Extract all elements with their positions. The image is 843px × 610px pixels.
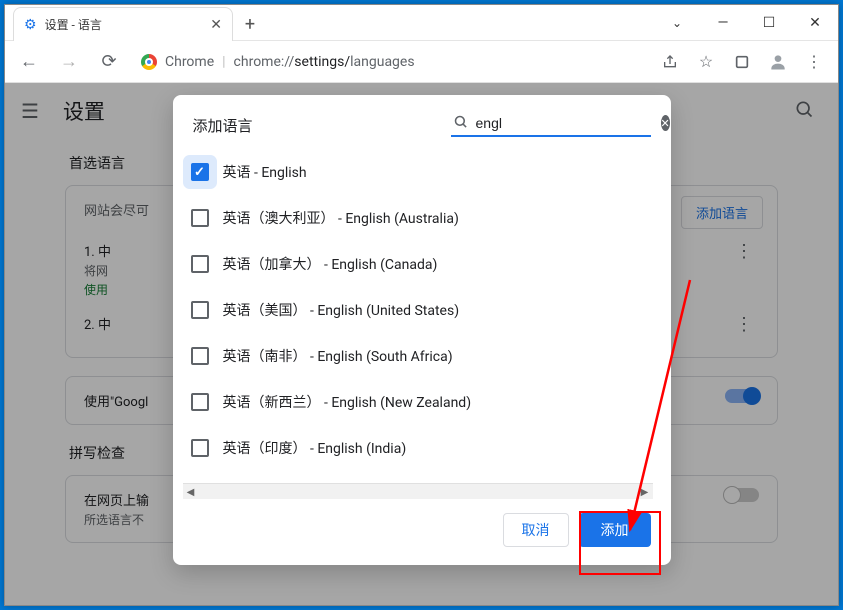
language-option[interactable]: 英语（南非） - English (South Africa) xyxy=(181,333,667,379)
language-list[interactable]: 英语 - English 英语（澳大利亚） - English (Australi… xyxy=(181,149,667,483)
language-option[interactable]: 英语（新西兰） - English (New Zealand) xyxy=(181,379,667,425)
dialog-search[interactable]: ✕ xyxy=(451,113,651,137)
search-icon xyxy=(453,114,468,133)
language-option-label: 英语（新西兰） - English (New Zealand) xyxy=(223,392,472,412)
language-option[interactable]: 英语（美国） - English (United States) xyxy=(181,287,667,333)
dialog-title: 添加语言 xyxy=(193,115,253,136)
add-button[interactable]: 添加 xyxy=(579,513,651,547)
profile-avatar-icon[interactable] xyxy=(762,46,794,78)
page-content: ☰ 设置 首选语言 网站会尽可 添加语言 1. 中 将网 使用 ⋮ xyxy=(5,83,838,605)
language-option-label: 英语（美国） - English (United States) xyxy=(223,300,460,320)
close-tab-icon[interactable]: ✕ xyxy=(210,17,222,33)
checkbox[interactable] xyxy=(191,163,209,181)
url-text: chrome://settings/languages xyxy=(234,54,415,70)
checkbox[interactable] xyxy=(191,347,209,365)
address-bar: ← → ⟳ Chrome | chrome://settings/languag… xyxy=(5,41,838,83)
language-option[interactable]: 英语（加拿大） - English (Canada) xyxy=(181,241,667,287)
share-icon[interactable] xyxy=(654,46,686,78)
language-option-label: 英语（印度） - English (India) xyxy=(223,438,407,458)
extensions-icon[interactable] xyxy=(726,46,758,78)
language-option-label: 英语（南非） - English (South Africa) xyxy=(223,346,453,366)
dialog-body: 英语 - English 英语（澳大利亚） - English (Australi… xyxy=(173,143,671,483)
browser-window: ⚙ 设置 - 语言 ✕ + ⌄ — ☐ ✕ ← → ⟳ Chrome | chr… xyxy=(4,4,839,606)
forward-button[interactable]: → xyxy=(53,46,85,78)
tab-title: 设置 - 语言 xyxy=(45,16,102,33)
checkbox[interactable] xyxy=(191,209,209,227)
chrome-logo-icon xyxy=(141,54,157,70)
new-tab-button[interactable]: + xyxy=(233,7,267,41)
back-button[interactable]: ← xyxy=(13,46,45,78)
clear-search-icon[interactable]: ✕ xyxy=(661,115,670,131)
language-option[interactable]: 英语（印度） - English (India) xyxy=(181,425,667,471)
reload-button[interactable]: ⟳ xyxy=(93,46,125,78)
toolbar-right: ☆ ⋮ xyxy=(654,46,830,78)
modal-overlay: 添加语言 ✕ 英语 - English 英语（澳大利亚） - English (A… xyxy=(5,83,838,605)
url-box[interactable]: Chrome | chrome://settings/languages xyxy=(133,47,646,77)
checkbox[interactable] xyxy=(191,439,209,457)
browser-tab[interactable]: ⚙ 设置 - 语言 ✕ xyxy=(13,7,233,41)
horizontal-scrollbar[interactable]: ◀ ▶ xyxy=(183,483,653,499)
language-option-label: 英语（澳大利亚） - English (Australia) xyxy=(223,208,459,228)
bookmark-star-icon[interactable]: ☆ xyxy=(690,46,722,78)
dialog-header: 添加语言 ✕ xyxy=(173,95,671,143)
language-option-label: 英语 - English xyxy=(223,162,307,182)
language-option[interactable]: 英语（澳大利亚） - English (Australia) xyxy=(181,195,667,241)
titlebar: ⚙ 设置 - 语言 ✕ + ⌄ — ☐ ✕ xyxy=(5,5,838,41)
cancel-button[interactable]: 取消 xyxy=(503,513,569,547)
scroll-left-icon[interactable]: ◀ xyxy=(183,484,199,500)
url-separator: | xyxy=(222,54,225,70)
window-controls: ⌄ — ☐ ✕ xyxy=(654,5,838,40)
add-language-dialog: 添加语言 ✕ 英语 - English 英语（澳大利亚） - English (A… xyxy=(173,95,671,565)
checkbox[interactable] xyxy=(191,393,209,411)
close-window-button[interactable]: ✕ xyxy=(792,5,838,41)
kebab-menu-icon[interactable]: ⋮ xyxy=(798,46,830,78)
gear-icon: ⚙ xyxy=(24,17,37,33)
checkbox[interactable] xyxy=(191,301,209,319)
tabs-dropdown-icon[interactable]: ⌄ xyxy=(654,5,700,41)
chrome-label: Chrome xyxy=(165,54,214,70)
language-option-label: 英语（加拿大） - English (Canada) xyxy=(223,254,438,274)
maximize-button[interactable]: ☐ xyxy=(746,5,792,41)
language-option[interactable]: 英语 - English xyxy=(181,149,667,195)
dialog-footer: 取消 添加 xyxy=(173,499,671,565)
minimize-button[interactable]: — xyxy=(700,5,746,41)
checkbox[interactable] xyxy=(191,255,209,273)
scroll-right-icon[interactable]: ▶ xyxy=(637,484,653,500)
search-input[interactable] xyxy=(472,113,661,133)
